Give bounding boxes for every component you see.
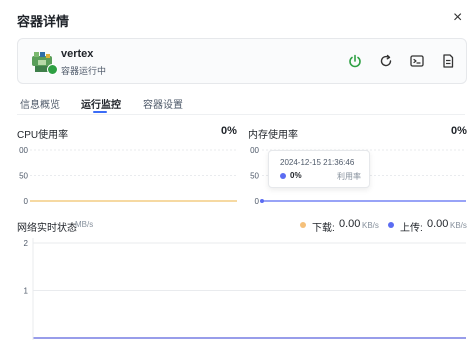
upload-legend-dot (388, 222, 394, 228)
network-title: 网络实时状态 (17, 223, 77, 234)
network-unit: MB/s (75, 220, 94, 229)
download-value: 0.00 (339, 218, 361, 230)
network-chart: 12 (24, 238, 466, 340)
y-tick-label: 1 (24, 287, 29, 296)
tooltip-time: 2024-12-15 21:36:46 (280, 158, 355, 167)
tooltip-value: 0% (290, 171, 302, 180)
download-unit: KB/s (362, 221, 379, 230)
y-tick-label: 2 (24, 239, 29, 248)
series-point (260, 199, 264, 203)
y-tick-label: 50 (19, 172, 28, 181)
container-detail-dialog: 容器详情 × vertex 容器运行中 信息概览 运行监控 容器设置 CPU使用… (0, 0, 474, 358)
upload-value: 0.00 (427, 218, 449, 230)
y-tick-label: 00 (19, 146, 28, 155)
tooltip-series-dot (280, 173, 286, 179)
tooltip-series-label: 利用率 (337, 172, 361, 181)
upload-unit: KB/s (450, 221, 467, 230)
upload-label: 上传: (400, 223, 423, 234)
download-legend-dot (300, 222, 306, 228)
y-tick-label: 0 (255, 197, 260, 206)
cpu-chart: 0 50 00 (19, 146, 237, 206)
y-tick-label: 50 (250, 172, 259, 181)
charts-canvas: 05000 05000 12 (19, 146, 466, 340)
download-label: 下载: (312, 223, 335, 234)
y-tick-label: 00 (250, 146, 259, 155)
memory-tooltip: 2024-12-15 21:36:46 0% 利用率 (268, 150, 370, 188)
y-tick-label: 0 (24, 197, 29, 206)
